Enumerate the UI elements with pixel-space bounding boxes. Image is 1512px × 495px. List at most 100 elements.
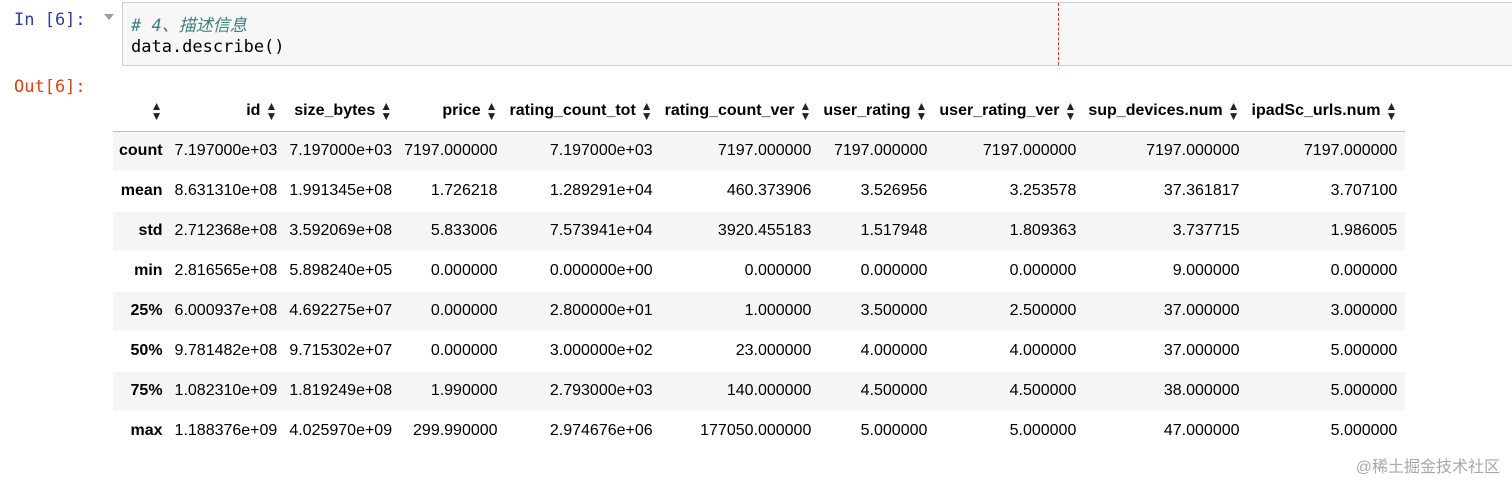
column-header[interactable]: price ▲ ▼ <box>400 91 506 132</box>
column-header[interactable]: ipadSc_urls.num ▲ ▼ <box>1247 91 1406 132</box>
table-cell: 1.991345e+08 <box>285 170 401 211</box>
line-length-ruler <box>1058 3 1059 65</box>
table-cell: 3.707100 <box>1247 170 1406 211</box>
table-cell: 1.082310e+09 <box>170 370 286 411</box>
column-header[interactable]: user_rating_ver ▲ ▼ <box>935 91 1085 132</box>
code-cell[interactable]: # 4、描述信息 data.describe() <box>122 2 1512 66</box>
column-header[interactable]: id ▲ ▼ <box>170 91 286 132</box>
table-cell: 9.000000 <box>1084 250 1248 291</box>
table-cell: 5.898240e+05 <box>285 250 401 291</box>
table-cell: 7197.000000 <box>833 142 928 159</box>
table-cell: 299.990000 <box>400 410 506 451</box>
table-cell: 7197.000000 <box>1303 142 1398 159</box>
code-statement-line: data.describe() <box>131 37 285 57</box>
table-cell: 3.500000 <box>819 290 936 331</box>
table-cell: 5.000000 <box>1247 330 1406 371</box>
table-cell: 0.000000 <box>400 250 506 291</box>
input-prompt: In [6]: <box>14 10 86 30</box>
sort-icon[interactable]: ▲ ▼ <box>1064 100 1076 122</box>
table-cell: 4.500000 <box>935 370 1085 411</box>
table-cell: 3.000000 <box>1247 290 1406 331</box>
table-cell: 7197.000000 <box>404 142 498 159</box>
table-cell: 1.726218 <box>400 170 506 211</box>
row-label: min <box>113 250 171 291</box>
table-cell: 140.000000 <box>660 370 820 411</box>
table-cell: 7.197000e+03 <box>174 142 278 159</box>
table-cell: 0.000000 <box>660 250 820 291</box>
column-header[interactable]: rating_count_ver ▲ ▼ <box>660 91 820 132</box>
column-header[interactable]: size_bytes ▲ ▼ <box>285 91 401 132</box>
table-cell: 3.737715 <box>1084 210 1248 251</box>
table-cell: 6.000937e+08 <box>170 290 286 331</box>
table-row: min 2.816565e+08 5.898240e+05 0.000000 0.000… <box>113 250 1406 291</box>
code-comment-line: # 4、描述信息 <box>131 16 247 36</box>
table-cell: 8.631310e+08 <box>170 170 286 211</box>
table-cell: 38.000000 <box>1084 370 1248 411</box>
table-row: 75% 1.082310e+09 1.819249e+08 1.990000 2.793… <box>113 370 1406 411</box>
table-cell: 7197.000000 <box>717 142 812 159</box>
table-cell: 1.809363 <box>935 210 1085 251</box>
table-cell: 5.000000 <box>935 410 1085 451</box>
table-cell: 2.800000e+01 <box>505 290 661 331</box>
table-cell: 47.000000 <box>1084 410 1248 451</box>
table-cell: 5.833006 <box>400 210 506 251</box>
table-cell: 7.197000e+03 <box>549 142 653 159</box>
column-header[interactable]: rating_count_tot ▲ ▼ <box>505 91 661 132</box>
row-label: std <box>113 210 171 251</box>
row-label: 50% <box>113 330 171 371</box>
column-header-label: id <box>246 101 261 119</box>
table-cell: 4.692275e+07 <box>285 290 401 331</box>
sort-icon[interactable]: ▲ ▼ <box>1385 100 1397 122</box>
sort-icon[interactable]: ▲ ▼ <box>380 100 392 122</box>
table-row: 25% 6.000937e+08 4.692275e+07 0.000000 2.800… <box>113 290 1406 331</box>
sort-icon[interactable]: ▲ ▼ <box>486 100 498 122</box>
table-cell: 4.500000 <box>819 370 936 411</box>
table-cell: 2.974676e+06 <box>505 410 661 451</box>
column-header-label: user_rating <box>823 101 911 119</box>
sort-icon[interactable]: ▲ ▼ <box>265 100 277 122</box>
column-header[interactable]: user_rating ▲ ▼ <box>819 91 936 132</box>
table-cell: 1.819249e+08 <box>285 370 401 411</box>
column-header-label: rating_count_ver <box>664 101 795 119</box>
sort-icon[interactable]: ▲ ▼ <box>641 100 653 122</box>
table-cell: 37.000000 <box>1084 290 1248 331</box>
header-row: ▲ ▼ id ▲ ▼ size_bytes ▲ ▼ price ▲ ▼ rating_count_to… <box>113 91 1406 132</box>
table-cell: 0.000000 <box>400 290 506 331</box>
row-label: count <box>119 142 163 159</box>
table-cell: 9.715302e+07 <box>285 330 401 371</box>
table-cell: 5.000000 <box>1247 410 1406 451</box>
table-cell: 1.000000 <box>660 290 820 331</box>
table-cell: 3.253578 <box>935 170 1085 211</box>
column-header-label: size_bytes <box>294 101 376 119</box>
table-cell: 37.361817 <box>1084 170 1248 211</box>
table-cell: 0.000000 <box>935 250 1085 291</box>
table-cell: 2.500000 <box>935 290 1085 331</box>
table-cell: 0.000000 <box>400 330 506 371</box>
table-cell: 1.990000 <box>400 370 506 411</box>
table-cell: 4.000000 <box>819 330 936 371</box>
table-cell: 37.000000 <box>1084 330 1248 371</box>
sort-icon[interactable]: ▲ ▼ <box>1228 100 1240 122</box>
row-label: mean <box>113 170 171 211</box>
column-header-label: user_rating_ver <box>939 101 1060 119</box>
table-cell: 5.000000 <box>1247 370 1406 411</box>
table-cell: 9.781482e+08 <box>170 330 286 371</box>
table-cell: 23.000000 <box>660 330 820 371</box>
table-cell: 5.000000 <box>819 410 936 451</box>
collapse-arrow-icon[interactable] <box>104 14 114 20</box>
row-label: max <box>113 410 171 451</box>
table-cell: 4.000000 <box>935 330 1085 371</box>
index-header[interactable]: ▲ ▼ <box>113 91 171 132</box>
column-header-label: sup_devices.num <box>1088 101 1223 119</box>
watermark: @稀土掘金技术社区 <box>1355 459 1500 476</box>
table-cell: 3.000000e+02 <box>505 330 661 371</box>
table-cell: 1.517948 <box>819 210 936 251</box>
sort-icon[interactable]: ▲ ▼ <box>799 100 811 122</box>
column-header-label: rating_count_tot <box>509 101 636 119</box>
table-cell: 1.289291e+04 <box>505 170 661 211</box>
table-row: max 1.188376e+09 4.025970e+09 299.990000 2.9… <box>113 410 1406 451</box>
sort-icon[interactable]: ▲ ▼ <box>916 100 928 122</box>
column-header-label: price <box>442 101 481 119</box>
column-header[interactable]: sup_devices.num ▲ ▼ <box>1084 91 1248 132</box>
sort-icon[interactable]: ▲ ▼ <box>151 100 163 122</box>
